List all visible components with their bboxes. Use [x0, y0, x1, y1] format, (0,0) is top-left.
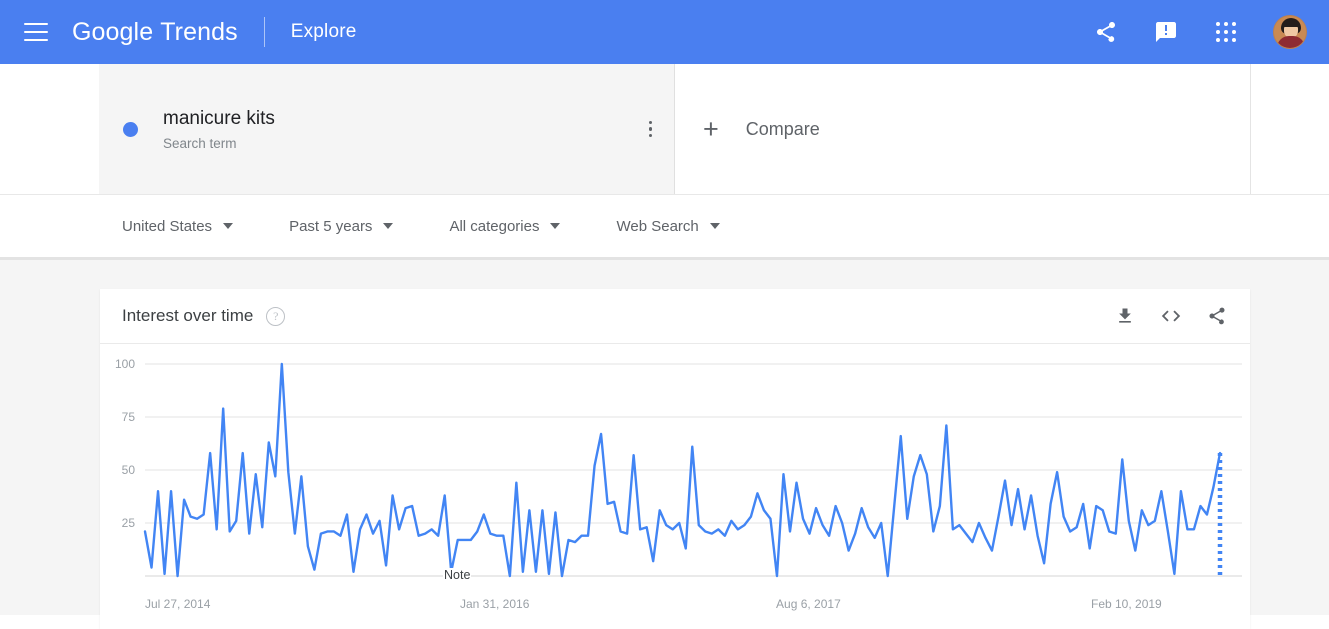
help-icon[interactable]: ?: [266, 307, 285, 326]
share-icon[interactable]: [1093, 19, 1119, 45]
apps-grid-icon[interactable]: [1213, 19, 1239, 45]
user-avatar[interactable]: [1273, 15, 1307, 49]
page-title: Interest over time: [122, 306, 253, 326]
app-bar-actions: [1093, 15, 1329, 49]
brand-logo[interactable]: Google Trends: [72, 18, 238, 47]
plus-icon: +: [703, 116, 719, 143]
card-actions: [1114, 305, 1228, 327]
svg-text:100: 100: [115, 357, 135, 371]
hamburger-menu-icon[interactable]: [24, 23, 48, 41]
chart-area[interactable]: 100 75 50 25 Jul 27, 2014 Jan 31, 2016 Aug 6, …: [100, 344, 1250, 628]
download-icon[interactable]: [1114, 305, 1136, 327]
compare-add-area[interactable]: + Compare: [676, 64, 1251, 194]
chevron-down-icon: [383, 223, 393, 229]
filter-time-range-label: Past 5 years: [289, 218, 372, 235]
filter-location-label: United States: [122, 218, 212, 235]
search-term-card[interactable]: manicure kits Search term: [99, 64, 675, 194]
svg-text:Jul 27, 2014: Jul 27, 2014: [145, 597, 211, 611]
feedback-icon[interactable]: [1153, 19, 1179, 45]
brand-trends-text: Trends: [160, 18, 237, 47]
svg-text:Jan 31, 2016: Jan 31, 2016: [460, 597, 530, 611]
search-term-text: manicure kits Search term: [163, 107, 275, 151]
filter-category[interactable]: All categories: [449, 218, 560, 235]
series-color-dot: [123, 122, 138, 137]
filter-time-range[interactable]: Past 5 years: [289, 218, 393, 235]
svg-text:50: 50: [122, 463, 136, 477]
appbar-divider: [264, 17, 265, 47]
filter-category-label: All categories: [449, 218, 539, 235]
chart-note-annotation: Note: [443, 568, 471, 582]
explore-nav-item[interactable]: Explore: [291, 21, 357, 43]
more-options-icon[interactable]: [649, 121, 653, 138]
chevron-down-icon: [710, 223, 720, 229]
app-bar: Google Trends Explore: [0, 0, 1329, 64]
svg-text:Feb 10, 2019: Feb 10, 2019: [1091, 597, 1162, 611]
chevron-down-icon: [550, 223, 560, 229]
page-body: Interest over time ?: [0, 257, 1329, 615]
svg-text:Aug 6, 2017: Aug 6, 2017: [776, 597, 841, 611]
interest-over-time-chart[interactable]: 100 75 50 25 Jul 27, 2014 Jan 31, 2016 Aug 6, …: [100, 344, 1250, 628]
svg-text:75: 75: [122, 410, 136, 424]
card-header: Interest over time ?: [100, 289, 1250, 344]
brand-google-text: Google: [72, 18, 153, 47]
search-term-name: manicure kits: [163, 107, 275, 131]
compare-label: Compare: [746, 119, 820, 140]
filter-location[interactable]: United States: [122, 218, 233, 235]
svg-text:25: 25: [122, 516, 136, 530]
search-term-type: Search term: [163, 136, 275, 151]
share-icon[interactable]: [1206, 305, 1228, 327]
filter-bar: United States Past 5 years All categorie…: [0, 194, 1329, 257]
filter-search-type[interactable]: Web Search: [616, 218, 719, 235]
embed-code-icon[interactable]: [1160, 305, 1182, 327]
search-term-row: manicure kits Search term + Compare: [0, 64, 1329, 194]
filter-search-type-label: Web Search: [616, 218, 698, 235]
chevron-down-icon: [223, 223, 233, 229]
interest-over-time-card: Interest over time ?: [100, 289, 1250, 629]
